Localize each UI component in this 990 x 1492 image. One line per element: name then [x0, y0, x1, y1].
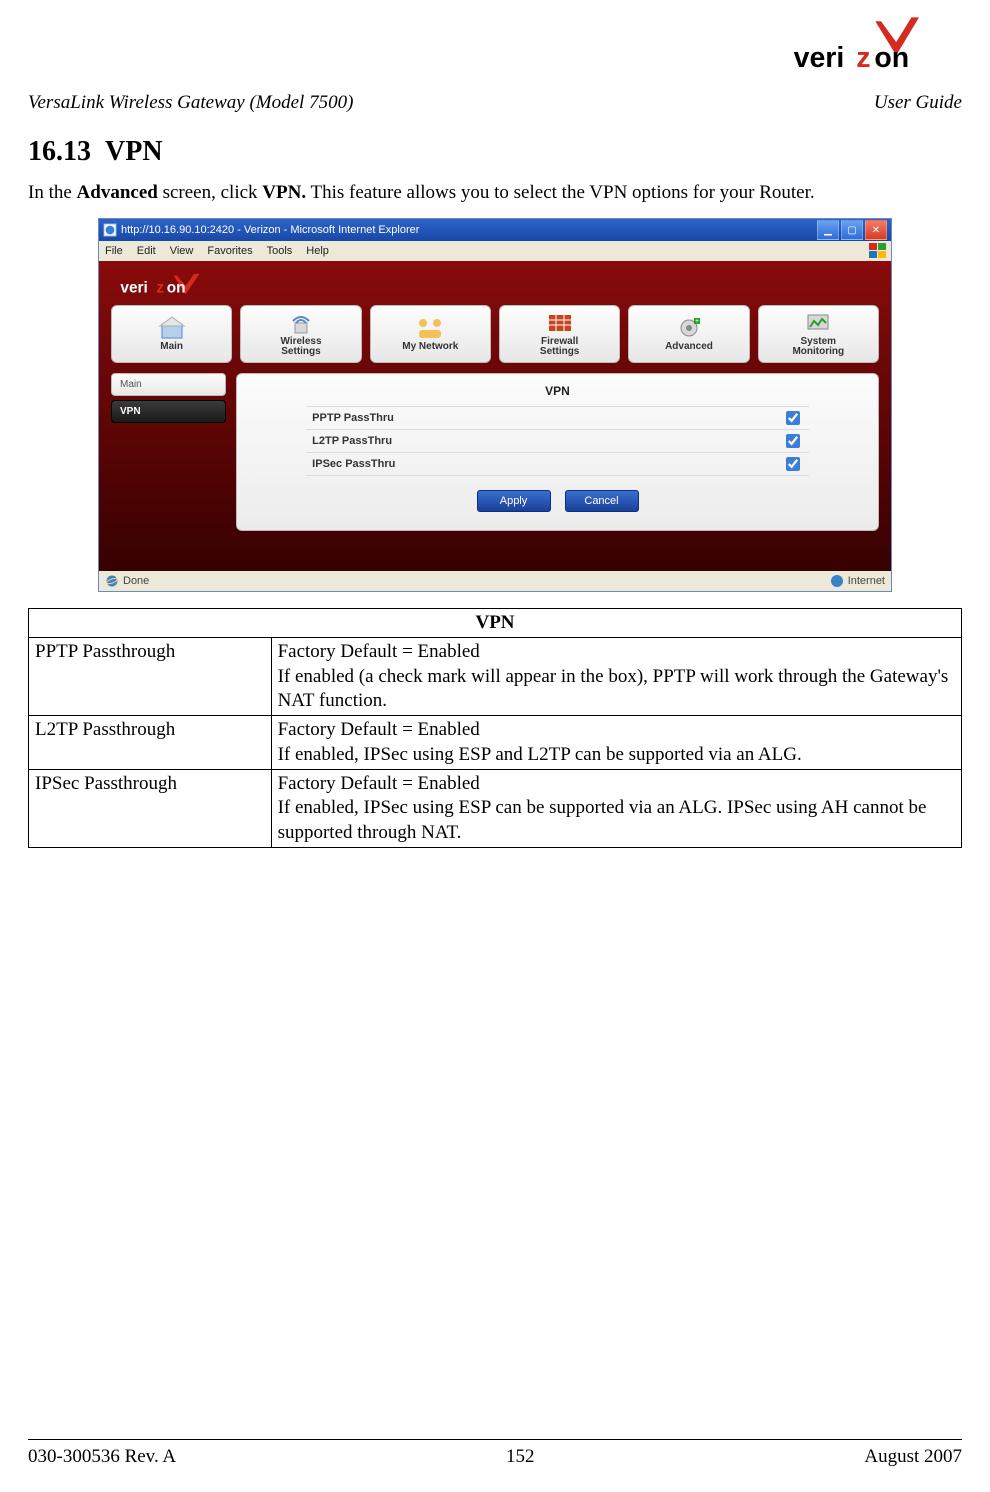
header-right: User Guide	[874, 92, 962, 114]
nav-mynetwork[interactable]: My Network	[370, 305, 491, 363]
row-ipsec-checkbox[interactable]	[786, 457, 800, 471]
statusbar: Done Internet	[99, 571, 891, 591]
apply-button[interactable]: Apply	[477, 490, 551, 512]
nav-advanced[interactable]: + Advanced	[628, 305, 749, 363]
vpn-row-l2tp-desc: Factory Default = Enabled If enabled, IP…	[271, 716, 961, 770]
menu-tools[interactable]: Tools	[267, 245, 293, 257]
nav-wireless[interactable]: Wireless Settings	[240, 305, 361, 363]
row-l2tp-checkbox[interactable]	[786, 434, 800, 448]
status-left: Done	[123, 575, 149, 587]
header-left: VersaLink Wireless Gateway (Model 7500)	[28, 92, 353, 114]
content-brand-logo: veri z on	[111, 271, 879, 299]
row-pptp-checkbox[interactable]	[786, 411, 800, 425]
svg-text:veri: veri	[120, 280, 147, 297]
sidebar-item-main[interactable]: Main	[111, 373, 226, 396]
row-pptp-label: PPTP PassThru	[312, 412, 394, 424]
sidebar-item-vpn[interactable]: VPN	[111, 400, 226, 423]
menu-edit[interactable]: Edit	[137, 245, 156, 257]
footer-left: 030-300536 Rev. A	[28, 1446, 176, 1468]
row-l2tp-label: L2TP PassThru	[312, 435, 392, 447]
status-right: Internet	[848, 575, 885, 587]
screenshot-window: http://10.16.90.10:2420 - Verizon - Micr…	[98, 218, 892, 592]
intro-paragraph: In the Advanced screen, click VPN. This …	[28, 182, 962, 204]
minimize-button[interactable]: ▁	[817, 220, 839, 240]
vpn-table-title: VPN	[29, 609, 962, 638]
section-heading: 16.13 VPN	[28, 136, 962, 168]
footer-right: August 2007	[864, 1446, 962, 1468]
windows-flag-icon	[869, 243, 887, 259]
ie-status-icon	[105, 574, 119, 588]
window-title: http://10.16.90.10:2420 - Verizon - Micr…	[121, 224, 817, 236]
row-l2tp: L2TP PassThru	[306, 429, 809, 452]
svg-text:veri: veri	[794, 42, 845, 74]
nav-firewall[interactable]: Firewall Settings	[499, 305, 620, 363]
svg-text:+: +	[695, 318, 699, 325]
vpn-row-pptp-desc: Factory Default = Enabled If enabled (a …	[271, 638, 961, 716]
vpn-row-ipsec-desc: Factory Default = Enabled If enabled, IP…	[271, 769, 961, 847]
nav-monitoring[interactable]: System Monitoring	[758, 305, 879, 363]
home-icon	[158, 316, 186, 340]
monitoring-icon	[804, 311, 832, 335]
maximize-button[interactable]: ▢	[841, 220, 863, 240]
svg-text:on: on	[874, 42, 909, 74]
menu-favorites[interactable]: Favorites	[207, 245, 252, 257]
footer-center: 152	[506, 1446, 535, 1468]
cancel-button[interactable]: Cancel	[565, 490, 639, 512]
svg-text:z: z	[156, 280, 164, 297]
firewall-icon	[546, 311, 574, 335]
nav-main[interactable]: Main	[111, 305, 232, 363]
footer: 030-300536 Rev. A 152 August 2007	[28, 1446, 962, 1468]
vpn-description-table: VPN PPTP Passthrough Factory Default = E…	[28, 608, 962, 848]
svg-text:z: z	[856, 42, 870, 74]
window-titlebar: http://10.16.90.10:2420 - Verizon - Micr…	[99, 219, 891, 241]
vpn-row-pptp-name: PPTP Passthrough	[29, 638, 272, 716]
vpn-panel: VPN PPTP PassThru L2TP PassThru IPSec Pa…	[236, 373, 879, 531]
advanced-icon: +	[675, 316, 703, 340]
menubar: File Edit View Favorites Tools Help	[99, 241, 891, 261]
logo-verizon: veri z on	[786, 14, 976, 74]
network-icon	[416, 316, 444, 340]
footer-rule	[28, 1439, 962, 1440]
menu-file[interactable]: File	[105, 245, 123, 257]
panel-title: VPN	[251, 384, 864, 398]
sidebar: Main VPN	[111, 373, 226, 531]
wireless-icon	[287, 311, 315, 335]
close-button[interactable]: ✕	[865, 220, 887, 240]
internet-zone-icon	[830, 574, 844, 588]
top-nav: Main Wireless Settings My Network Firewa…	[111, 305, 879, 363]
vpn-row-l2tp-name: L2TP Passthrough	[29, 716, 272, 770]
ie-page-icon	[103, 223, 117, 237]
menu-help[interactable]: Help	[306, 245, 329, 257]
row-ipsec-label: IPSec PassThru	[312, 458, 395, 470]
menu-view[interactable]: View	[170, 245, 194, 257]
row-ipsec: IPSec PassThru	[306, 452, 809, 476]
svg-text:on: on	[167, 280, 186, 297]
row-pptp: PPTP PassThru	[306, 406, 809, 429]
vpn-row-ipsec-name: IPSec Passthrough	[29, 769, 272, 847]
